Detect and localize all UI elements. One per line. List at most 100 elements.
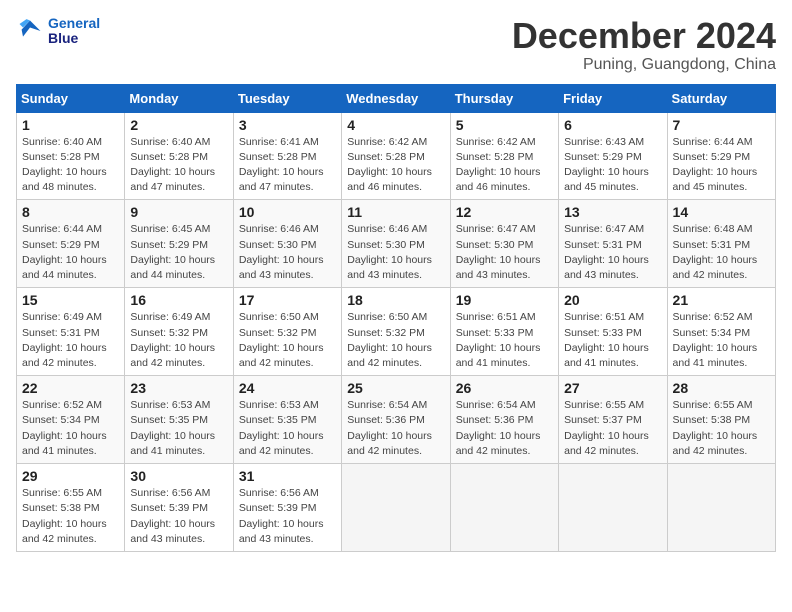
day-number: 4 (347, 117, 444, 133)
day-detail: Sunrise: 6:56 AMSunset: 5:39 PMDaylight:… (130, 486, 227, 547)
day-detail: Sunrise: 6:40 AMSunset: 5:28 PMDaylight:… (130, 135, 227, 196)
list-item: 2 Sunrise: 6:40 AMSunset: 5:28 PMDayligh… (125, 112, 233, 200)
day-number: 11 (347, 204, 444, 220)
list-item: 12 Sunrise: 6:47 AMSunset: 5:30 PMDaylig… (450, 200, 558, 288)
day-detail: Sunrise: 6:46 AMSunset: 5:30 PMDaylight:… (239, 222, 336, 283)
header-sunday: Sunday (17, 84, 125, 112)
day-detail: Sunrise: 6:45 AMSunset: 5:29 PMDaylight:… (130, 222, 227, 283)
day-number: 16 (130, 292, 227, 308)
day-number: 7 (673, 117, 770, 133)
list-item: 5 Sunrise: 6:42 AMSunset: 5:28 PMDayligh… (450, 112, 558, 200)
empty-cell (450, 464, 558, 552)
list-item: 11 Sunrise: 6:46 AMSunset: 5:30 PMDaylig… (342, 200, 450, 288)
logo: General Blue (16, 16, 100, 47)
day-detail: Sunrise: 6:44 AMSunset: 5:29 PMDaylight:… (22, 222, 119, 283)
header-wednesday: Wednesday (342, 84, 450, 112)
day-detail: Sunrise: 6:50 AMSunset: 5:32 PMDaylight:… (347, 310, 444, 371)
day-number: 5 (456, 117, 553, 133)
list-item: 9 Sunrise: 6:45 AMSunset: 5:29 PMDayligh… (125, 200, 233, 288)
list-item: 21 Sunrise: 6:52 AMSunset: 5:34 PMDaylig… (667, 288, 775, 376)
list-item: 15 Sunrise: 6:49 AMSunset: 5:31 PMDaylig… (17, 288, 125, 376)
list-item: 24 Sunrise: 6:53 AMSunset: 5:35 PMDaylig… (233, 376, 341, 464)
day-number: 8 (22, 204, 119, 220)
day-detail: Sunrise: 6:44 AMSunset: 5:29 PMDaylight:… (673, 135, 770, 196)
list-item: 26 Sunrise: 6:54 AMSunset: 5:36 PMDaylig… (450, 376, 558, 464)
logo-text-line1: General (48, 16, 100, 31)
day-number: 18 (347, 292, 444, 308)
day-number: 1 (22, 117, 119, 133)
day-number: 2 (130, 117, 227, 133)
day-detail: Sunrise: 6:54 AMSunset: 5:36 PMDaylight:… (456, 398, 553, 459)
list-item: 14 Sunrise: 6:48 AMSunset: 5:31 PMDaylig… (667, 200, 775, 288)
day-number: 13 (564, 204, 661, 220)
day-number: 31 (239, 468, 336, 484)
empty-cell (559, 464, 667, 552)
day-number: 15 (22, 292, 119, 308)
day-detail: Sunrise: 6:55 AMSunset: 5:37 PMDaylight:… (564, 398, 661, 459)
day-detail: Sunrise: 6:49 AMSunset: 5:31 PMDaylight:… (22, 310, 119, 371)
day-number: 20 (564, 292, 661, 308)
day-detail: Sunrise: 6:50 AMSunset: 5:32 PMDaylight:… (239, 310, 336, 371)
list-item: 10 Sunrise: 6:46 AMSunset: 5:30 PMDaylig… (233, 200, 341, 288)
day-detail: Sunrise: 6:43 AMSunset: 5:29 PMDaylight:… (564, 135, 661, 196)
weekday-header-row: Sunday Monday Tuesday Wednesday Thursday… (17, 84, 776, 112)
month-title: December 2024 (512, 16, 776, 56)
day-number: 12 (456, 204, 553, 220)
calendar-table: Sunday Monday Tuesday Wednesday Thursday… (16, 84, 776, 552)
table-row: 1 Sunrise: 6:40 AMSunset: 5:28 PMDayligh… (17, 112, 776, 200)
day-number: 27 (564, 380, 661, 396)
day-number: 10 (239, 204, 336, 220)
header-thursday: Thursday (450, 84, 558, 112)
table-row: 22 Sunrise: 6:52 AMSunset: 5:34 PMDaylig… (17, 376, 776, 464)
day-number: 28 (673, 380, 770, 396)
day-detail: Sunrise: 6:52 AMSunset: 5:34 PMDaylight:… (22, 398, 119, 459)
day-detail: Sunrise: 6:42 AMSunset: 5:28 PMDaylight:… (456, 135, 553, 196)
day-detail: Sunrise: 6:42 AMSunset: 5:28 PMDaylight:… (347, 135, 444, 196)
day-number: 9 (130, 204, 227, 220)
day-number: 21 (673, 292, 770, 308)
day-detail: Sunrise: 6:46 AMSunset: 5:30 PMDaylight:… (347, 222, 444, 283)
day-detail: Sunrise: 6:52 AMSunset: 5:34 PMDaylight:… (673, 310, 770, 371)
list-item: 6 Sunrise: 6:43 AMSunset: 5:29 PMDayligh… (559, 112, 667, 200)
day-detail: Sunrise: 6:55 AMSunset: 5:38 PMDaylight:… (22, 486, 119, 547)
list-item: 3 Sunrise: 6:41 AMSunset: 5:28 PMDayligh… (233, 112, 341, 200)
day-detail: Sunrise: 6:51 AMSunset: 5:33 PMDaylight:… (564, 310, 661, 371)
empty-cell (667, 464, 775, 552)
list-item: 18 Sunrise: 6:50 AMSunset: 5:32 PMDaylig… (342, 288, 450, 376)
day-detail: Sunrise: 6:49 AMSunset: 5:32 PMDaylight:… (130, 310, 227, 371)
header-tuesday: Tuesday (233, 84, 341, 112)
table-row: 15 Sunrise: 6:49 AMSunset: 5:31 PMDaylig… (17, 288, 776, 376)
list-item: 16 Sunrise: 6:49 AMSunset: 5:32 PMDaylig… (125, 288, 233, 376)
list-item: 23 Sunrise: 6:53 AMSunset: 5:35 PMDaylig… (125, 376, 233, 464)
day-detail: Sunrise: 6:55 AMSunset: 5:38 PMDaylight:… (673, 398, 770, 459)
day-detail: Sunrise: 6:53 AMSunset: 5:35 PMDaylight:… (130, 398, 227, 459)
table-row: 29 Sunrise: 6:55 AMSunset: 5:38 PMDaylig… (17, 464, 776, 552)
list-item: 25 Sunrise: 6:54 AMSunset: 5:36 PMDaylig… (342, 376, 450, 464)
day-number: 17 (239, 292, 336, 308)
list-item: 13 Sunrise: 6:47 AMSunset: 5:31 PMDaylig… (559, 200, 667, 288)
header-monday: Monday (125, 84, 233, 112)
list-item: 28 Sunrise: 6:55 AMSunset: 5:38 PMDaylig… (667, 376, 775, 464)
list-item: 19 Sunrise: 6:51 AMSunset: 5:33 PMDaylig… (450, 288, 558, 376)
location-label: Puning, Guangdong, China (512, 56, 776, 74)
list-item: 17 Sunrise: 6:50 AMSunset: 5:32 PMDaylig… (233, 288, 341, 376)
logo-text-line2: Blue (48, 31, 100, 46)
list-item: 31 Sunrise: 6:56 AMSunset: 5:39 PMDaylig… (233, 464, 341, 552)
list-item: 22 Sunrise: 6:52 AMSunset: 5:34 PMDaylig… (17, 376, 125, 464)
list-item: 1 Sunrise: 6:40 AMSunset: 5:28 PMDayligh… (17, 112, 125, 200)
list-item: 20 Sunrise: 6:51 AMSunset: 5:33 PMDaylig… (559, 288, 667, 376)
title-area: December 2024 Puning, Guangdong, China (512, 16, 776, 74)
header-friday: Friday (559, 84, 667, 112)
list-item: 7 Sunrise: 6:44 AMSunset: 5:29 PMDayligh… (667, 112, 775, 200)
day-number: 26 (456, 380, 553, 396)
day-number: 30 (130, 468, 227, 484)
empty-cell (342, 464, 450, 552)
day-detail: Sunrise: 6:48 AMSunset: 5:31 PMDaylight:… (673, 222, 770, 283)
day-detail: Sunrise: 6:56 AMSunset: 5:39 PMDaylight:… (239, 486, 336, 547)
day-number: 24 (239, 380, 336, 396)
header-saturday: Saturday (667, 84, 775, 112)
day-number: 14 (673, 204, 770, 220)
day-detail: Sunrise: 6:54 AMSunset: 5:36 PMDaylight:… (347, 398, 444, 459)
day-number: 19 (456, 292, 553, 308)
day-detail: Sunrise: 6:47 AMSunset: 5:31 PMDaylight:… (564, 222, 661, 283)
